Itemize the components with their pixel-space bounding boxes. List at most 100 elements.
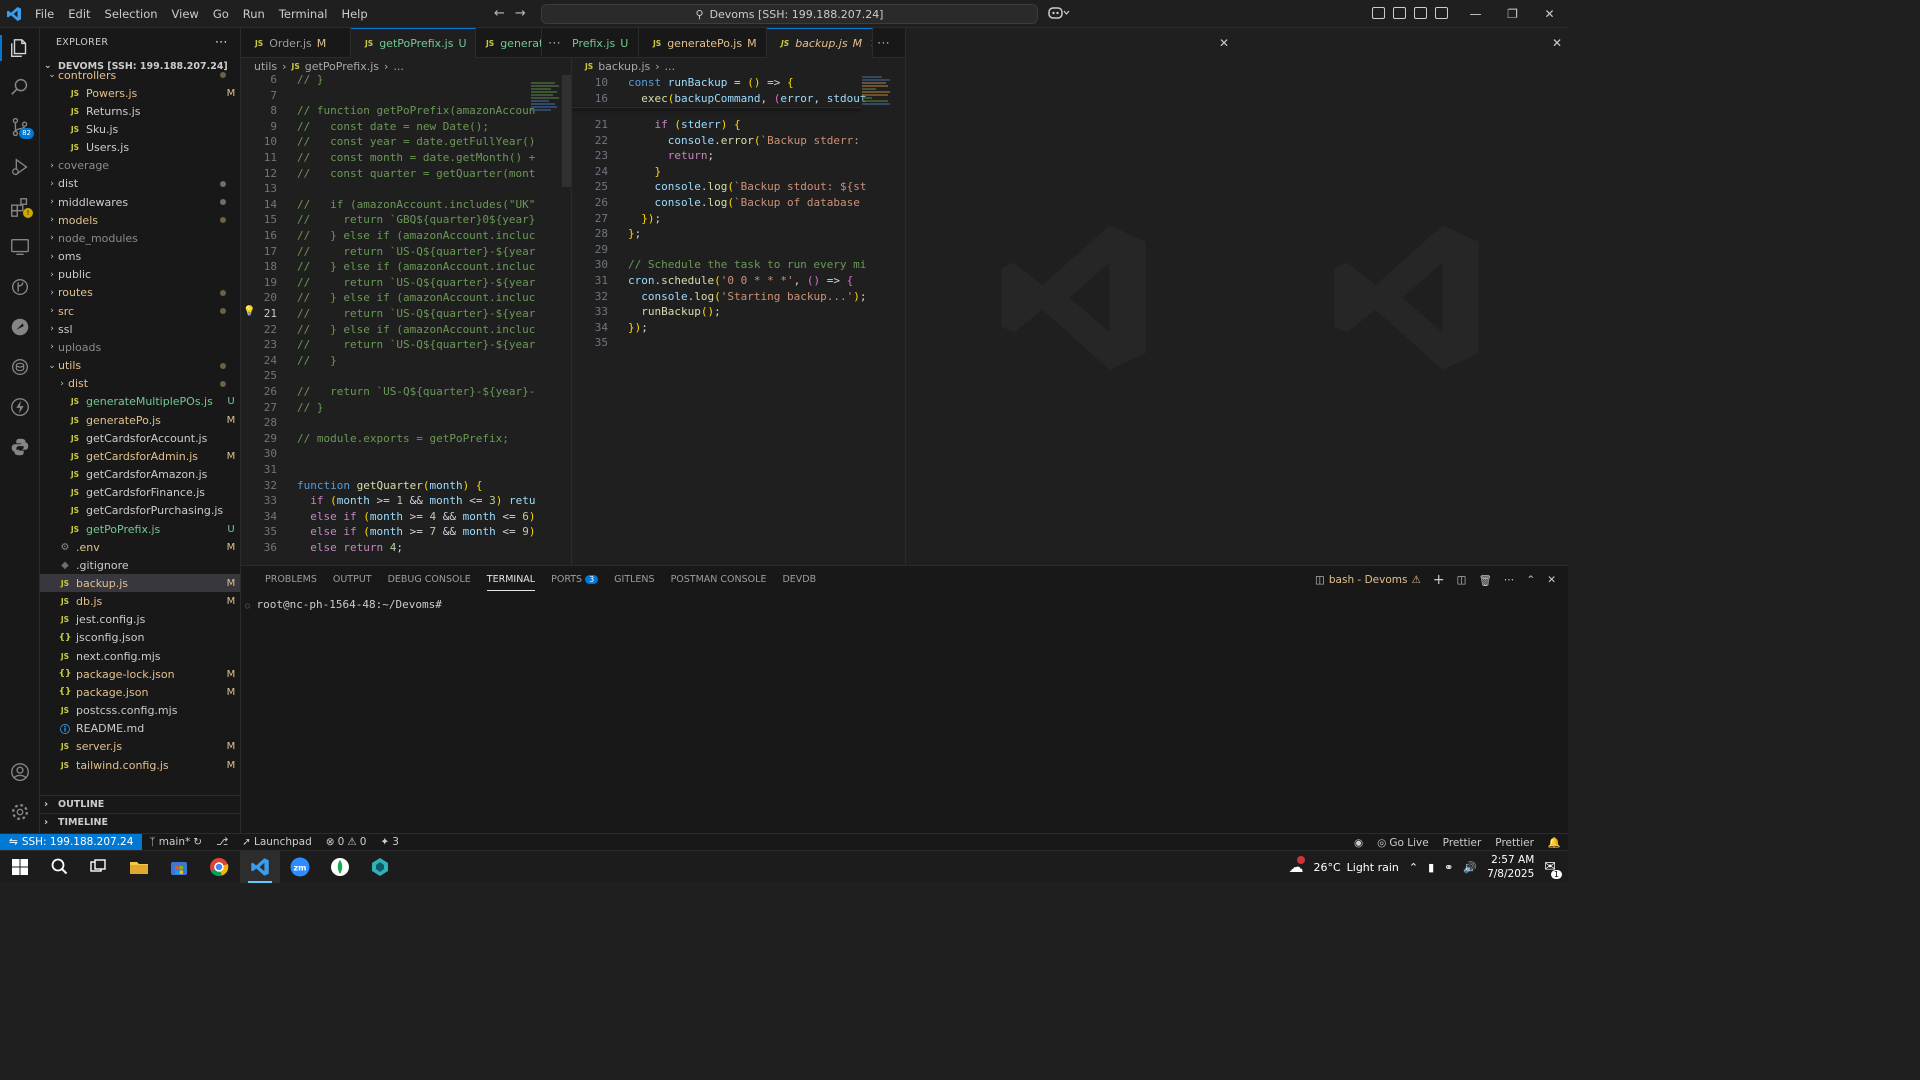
prettier-status[interactable]: Prettier [1436, 837, 1489, 849]
menu-terminal[interactable]: Terminal [272, 0, 335, 28]
chrome-icon[interactable] [199, 851, 239, 883]
clock[interactable]: 2:57 AM 7/8/2025 [1487, 853, 1534, 881]
lightbulb-icon[interactable]: 💡 [243, 306, 255, 317]
file-item[interactable]: JS Powers.js M [40, 84, 240, 102]
copilot-icon[interactable] [1048, 6, 1070, 23]
split-terminal-icon[interactable]: ◫ [1457, 574, 1467, 586]
microsoft-store-icon[interactable] [159, 851, 199, 883]
postman-icon[interactable] [0, 310, 40, 344]
file-item[interactable]: JS Returns.js [40, 102, 240, 120]
zoom-icon[interactable]: zm [280, 851, 320, 883]
editor-scrollbar[interactable] [562, 75, 571, 187]
manage-gear-icon[interactable] [0, 795, 40, 829]
tab-getpoprefix-js-right[interactable]: Prefix.js U [572, 28, 639, 58]
close-editor-group-icon[interactable]: ✕ [1219, 36, 1229, 50]
code-line[interactable]: 10 // const year = date.getFullYear() [241, 134, 571, 150]
code-line[interactable]: 13 [241, 181, 571, 197]
tab-terminal[interactable]: TERMINAL [479, 566, 543, 594]
code-line[interactable]: 35 else if (month >= 7 && month <= 9) [241, 524, 571, 540]
tab-gitlens[interactable]: GITLENS [606, 566, 662, 594]
menu-file[interactable]: File [28, 0, 61, 28]
terminal-output[interactable]: ○ root@nc-ph-1564-48:~/Devoms# [245, 598, 442, 611]
toggle-secondary-sidebar-icon[interactable] [1435, 7, 1448, 19]
code-line[interactable]: 21 if (stderr) { [572, 117, 905, 133]
code-line[interactable]: 34 else if (month >= 4 && month <= 6) [241, 509, 571, 525]
code-line[interactable]: 34}); [572, 320, 905, 336]
file-item[interactable]: {} jsconfig.json [40, 629, 240, 647]
code-line[interactable]: 24 // } [241, 353, 571, 369]
file-item[interactable]: JS server.js M [40, 738, 240, 756]
branch-indicator[interactable]: ᛉ main* ↻ [142, 836, 209, 848]
file-item[interactable]: JS next.config.mjs [40, 647, 240, 665]
menu-view[interactable]: View [165, 0, 206, 28]
copilot-status-icon[interactable]: ◉ [1347, 837, 1370, 849]
go-live-button[interactable]: ◎ Go Live [1370, 837, 1436, 849]
folder-item[interactable]: › src [40, 302, 240, 320]
code-line[interactable]: 7 [241, 88, 571, 104]
file-item[interactable]: JS getCardsforAmazon.js [40, 466, 240, 484]
folder-item[interactable]: › uploads [40, 338, 240, 356]
code-line[interactable]: 9 // const date = new Date(); [241, 119, 571, 135]
folder-item[interactable]: › models [40, 211, 240, 229]
file-item[interactable]: JS backup.js M [40, 574, 240, 593]
code-line[interactable]: 23 // return `US-Q${quarter}-${year [241, 337, 571, 353]
file-item[interactable]: JS getCardsforAccount.js [40, 429, 240, 447]
source-control-icon[interactable]: 82 [0, 110, 40, 144]
folder-item[interactable]: ⌄ controllers [40, 66, 240, 84]
accounts-icon[interactable] [0, 755, 40, 789]
customize-layout-icon[interactable] [1372, 7, 1385, 19]
tab-overflow-left[interactable]: ⋯ [542, 28, 572, 58]
timeline-section[interactable]: › TIMELINE [40, 813, 240, 831]
notifications-bell-icon[interactable]: 🔔 [1541, 836, 1568, 849]
explorer-icon[interactable] [0, 31, 40, 65]
menu-help[interactable]: Help [334, 0, 374, 28]
code-line[interactable]: 28}; [572, 226, 905, 242]
ports-indicator[interactable]: ✦ 3 [373, 836, 406, 848]
tab-overflow-right[interactable]: ⋯ [873, 28, 905, 58]
restore-icon[interactable]: ❐ [1494, 0, 1531, 28]
menu-go[interactable]: Go [206, 0, 236, 28]
code-line[interactable]: 25 [241, 368, 571, 384]
code-line[interactable]: 35 [572, 335, 905, 351]
folder-item[interactable]: › dist [40, 375, 240, 393]
file-item[interactable]: JS getCardsforAdmin.js M [40, 447, 240, 465]
code-line[interactable]: 30 // Schedule the task to run every mi [572, 257, 905, 273]
folder-item[interactable]: › routes [40, 284, 240, 302]
code-line[interactable]: 30 [241, 446, 571, 462]
minimize-icon[interactable]: — [1457, 0, 1494, 28]
tab-output[interactable]: OUTPUT [325, 566, 380, 594]
code-line[interactable]: 15 // return `GBQ${quarter}0${year} [241, 212, 571, 228]
code-line[interactable]: 26 console.log(`Backup of database [572, 195, 905, 211]
code-line[interactable]: 29 [572, 242, 905, 258]
tab-generatemultiplepos-js[interactable]: JS generat [476, 28, 542, 58]
code-line[interactable]: 22 console.error(`Backup stderr: [572, 133, 905, 149]
mongodb-compass-icon[interactable] [320, 851, 360, 883]
minimap[interactable] [531, 75, 565, 175]
code-line[interactable]: 22 // } else if (amazonAccount.incluc [241, 322, 571, 338]
tab-ports[interactable]: PORTS 3 [543, 566, 606, 594]
code-line[interactable]: 19 // return `US-Q${quarter}-${year [241, 275, 571, 291]
search-icon[interactable] [0, 70, 40, 104]
command-center[interactable]: ⚲ Devoms [SSH: 199.188.207.24] [541, 4, 1038, 24]
file-item[interactable]: JS tailwind.config.js M [40, 756, 240, 774]
vscode-taskbar-icon[interactable] [240, 851, 280, 883]
code-line[interactable]: 20 // } else if (amazonAccount.incluc [241, 290, 571, 306]
tab-problems[interactable]: PROBLEMS [257, 566, 325, 594]
launchpad-indicator[interactable]: ➚ Launchpad [235, 836, 319, 848]
task-view-icon[interactable] [78, 851, 118, 883]
file-item[interactable]: JS jest.config.js [40, 611, 240, 629]
thunder-client-icon[interactable] [0, 390, 40, 424]
code-line[interactable]: 11 // const month = date.getMonth() + [241, 150, 571, 166]
editor-getpoprefix[interactable]: utils › JS getPoPrefix.js › ... 6// } 7 8/… [241, 58, 572, 565]
file-item[interactable]: {} package.json M [40, 683, 240, 701]
close-icon[interactable]: ✕ [1531, 0, 1568, 28]
extensions-icon[interactable]: ! [0, 190, 40, 224]
close-secondary-icon[interactable]: ✕ [1552, 36, 1562, 50]
code-line[interactable]: 21// return `US-Q${quarter}-${year [241, 306, 571, 322]
remote-explorer-icon[interactable] [0, 230, 40, 264]
code-line[interactable]: 16 // } else if (amazonAccount.incluc [241, 228, 571, 244]
code-line[interactable]: 26 // return `US-Q${quarter}-${year}- [241, 384, 571, 400]
folder-item[interactable]: › node_modules [40, 229, 240, 247]
remote-indicator[interactable]: ⇋ SSH: 199.188.207.24 [0, 833, 143, 851]
folder-item[interactable]: › oms [40, 248, 240, 266]
